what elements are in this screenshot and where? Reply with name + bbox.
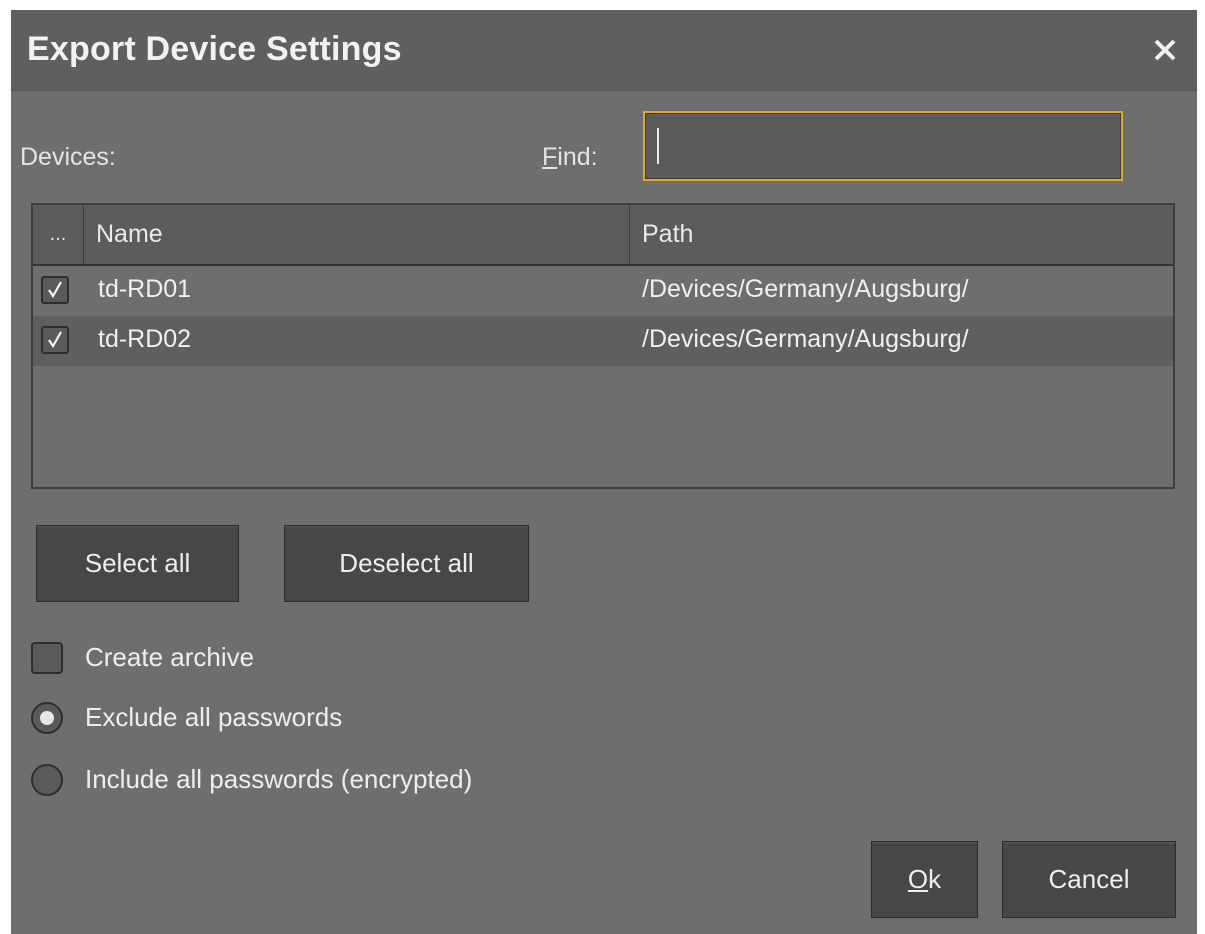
checkmark-icon <box>48 281 62 299</box>
create-archive-label: Create archive <box>85 642 255 672</box>
ok-label-rest: k <box>928 864 942 894</box>
exclude-passwords-radio[interactable] <box>31 702 63 734</box>
ok-mnemonic: O <box>907 864 929 894</box>
deselect-all-button[interactable]: Deselect all <box>284 525 529 602</box>
devices-label: Devices: <box>20 143 116 171</box>
device-path-cell: /Devices/Germany/Augsburg/ <box>642 275 969 303</box>
table-row[interactable]: td-RD02 /Devices/Germany/Augsburg/ <box>33 316 1173 366</box>
row-checkbox[interactable] <box>41 326 69 354</box>
column-header-path[interactable]: Path <box>630 205 1173 264</box>
close-icon[interactable] <box>1147 32 1183 68</box>
dialog-title: Export Device Settings <box>27 30 402 68</box>
ok-button[interactable]: Ok <box>871 841 978 918</box>
exclude-passwords-label: Exclude all passwords <box>85 702 343 732</box>
include-passwords-radio[interactable] <box>31 764 63 796</box>
find-label-mnemonic: F <box>542 143 558 171</box>
find-label-rest: ind: <box>557 143 598 171</box>
column-header-name[interactable]: Name <box>84 205 630 264</box>
export-dialog: Export Device Settings Devices: Find: ..… <box>0 0 1205 934</box>
create-archive-checkbox[interactable] <box>31 642 63 674</box>
include-passwords-label: Include all passwords (encrypted) <box>85 764 473 794</box>
text-caret <box>657 128 659 164</box>
dialog-titlebar: Export Device Settings <box>11 10 1197 91</box>
find-label: Find: <box>542 143 598 172</box>
device-path-cell: /Devices/Germany/Augsburg/ <box>642 325 969 353</box>
checkmark-icon <box>48 331 62 349</box>
radio-selected-dot <box>40 711 54 725</box>
find-input[interactable] <box>643 111 1123 181</box>
column-header-select[interactable]: ... <box>33 205 84 264</box>
table-row[interactable]: td-RD01 /Devices/Germany/Augsburg/ <box>33 266 1173 316</box>
devices-table: ... Name Path td-RD01 /Devices/Germany/A… <box>31 203 1175 489</box>
table-header: ... Name Path <box>33 205 1173 266</box>
device-name-cell: td-RD02 <box>98 325 192 353</box>
cancel-button[interactable]: Cancel <box>1002 841 1176 918</box>
device-name-cell: td-RD01 <box>98 275 192 303</box>
row-checkbox[interactable] <box>41 276 69 304</box>
select-all-button[interactable]: Select all <box>36 525 239 602</box>
